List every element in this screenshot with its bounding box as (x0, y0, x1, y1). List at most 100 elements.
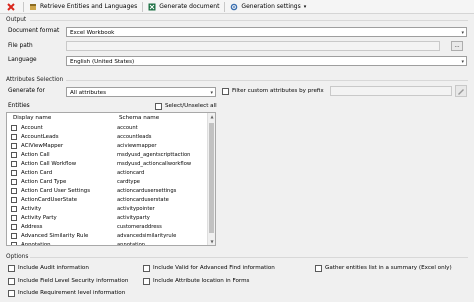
select-all-checkbox[interactable] (155, 103, 162, 110)
row-checkbox[interactable] (11, 152, 17, 158)
column-header-display-name[interactable]: Display name (13, 113, 51, 123)
row-checkbox[interactable] (11, 179, 17, 185)
document-format-value: Excel Workbook (70, 30, 115, 36)
table-row[interactable]: Activity activitypointer (7, 205, 207, 214)
filter-prefix-input[interactable] (330, 86, 452, 96)
pencil-icon (457, 87, 466, 98)
row-checkbox[interactable] (11, 197, 17, 203)
generate-document-label: Generate document (159, 3, 220, 10)
entity-schema-name: msdyusd_actioncallworkflow (117, 161, 192, 167)
row-checkbox[interactable] (11, 224, 17, 230)
group-divider (66, 80, 468, 81)
document-format-label: Document format (8, 28, 60, 34)
entity-schema-name: cardtype (117, 179, 140, 185)
table-row[interactable]: ActionCardUserState actioncarduserstate (7, 196, 207, 205)
include-field-security-checkbox[interactable] (8, 278, 15, 285)
row-checkbox[interactable] (11, 161, 17, 167)
entity-schema-name: advancedsimilarityrule (117, 233, 177, 239)
gather-summary-label: Gather entities list in a summary (Excel… (325, 265, 452, 271)
table-row[interactable]: Advanced Similarity Rule advancedsimilari… (7, 232, 207, 241)
entity-schema-name: activityparty (117, 215, 150, 221)
row-checkbox[interactable] (11, 125, 17, 131)
scroll-thumb[interactable] (209, 123, 214, 233)
entity-schema-name: accountleads (117, 134, 152, 140)
generate-for-label: Generate for (8, 88, 45, 94)
prefix-settings-button[interactable] (455, 85, 467, 97)
document-format-select[interactable]: Excel Workbook ▾ (66, 27, 467, 37)
group-divider (30, 20, 468, 21)
entity-display-name: Action Card (21, 170, 53, 176)
browse-button[interactable]: ... (451, 41, 463, 51)
entity-display-name: Activity (21, 206, 42, 212)
table-scrollbar[interactable]: ▲ ▼ (207, 113, 215, 245)
row-checkbox[interactable] (11, 134, 17, 140)
chevron-down-icon: ▾ (303, 3, 307, 10)
include-attribute-location-checkbox[interactable] (143, 278, 150, 285)
table-row[interactable]: Action Card actioncard (7, 169, 207, 178)
entity-schema-name: actioncarduserstate (117, 197, 169, 203)
scroll-up-icon[interactable]: ▲ (209, 114, 215, 119)
row-checkbox[interactable] (11, 143, 17, 149)
language-label: Language (8, 57, 37, 63)
filter-prefix-checkbox[interactable] (222, 88, 229, 95)
gather-summary-checkbox[interactable] (315, 265, 322, 272)
table-row[interactable]: ACIViewMapper aciviewmapper (7, 142, 207, 151)
column-header-schema-name[interactable]: Schema name (119, 113, 159, 123)
table-row[interactable]: Action Card User Settings actioncardusers… (7, 187, 207, 196)
entity-display-name: Action Call (21, 152, 50, 158)
row-checkbox[interactable] (11, 188, 17, 194)
settings-icon (230, 3, 238, 11)
chevron-down-icon: ▾ (461, 30, 464, 36)
entity-display-name: Activity Party (21, 215, 57, 221)
entity-display-name: Action Card Type (21, 179, 67, 185)
include-requirement-level-checkbox[interactable] (8, 290, 15, 297)
table-row[interactable]: Action Call msdyusd_agentscripttaction (7, 151, 207, 160)
row-checkbox[interactable] (11, 233, 17, 239)
table-row[interactable]: Address customeraddress (7, 223, 207, 232)
language-select[interactable]: English (United States) ▾ (66, 56, 467, 66)
filter-prefix-label: Filter custom attributes by prefix (232, 88, 324, 94)
include-audit-checkbox[interactable] (8, 265, 15, 272)
row-checkbox[interactable] (11, 170, 17, 176)
chevron-down-icon: ▾ (461, 59, 464, 65)
entity-schema-name: customeraddress (117, 224, 162, 230)
include-advanced-find-checkbox[interactable] (143, 265, 150, 272)
options-group-label: Options (6, 254, 29, 260)
close-icon (7, 2, 15, 11)
generation-settings-label: Generation settings (241, 3, 301, 10)
entity-display-name: ActionCardUserState (21, 197, 78, 203)
entity-display-name: Advanced Similarity Rule (21, 233, 89, 239)
scroll-down-icon[interactable]: ▼ (209, 239, 215, 244)
entities-label: Entities (8, 103, 30, 109)
entity-display-name: AccountLeads (21, 134, 59, 140)
entity-schema-name: msdyusd_agentscripttaction (117, 152, 191, 158)
row-checkbox[interactable] (11, 215, 17, 221)
table-row[interactable]: Account account (7, 124, 207, 133)
row-checkbox[interactable] (11, 206, 17, 212)
entity-display-name: Address (21, 224, 43, 230)
table-row[interactable]: Activity Party activityparty (7, 214, 207, 223)
include-advanced-find-label: Include Valid for Advanced Find informat… (153, 265, 275, 271)
generate-for-select[interactable]: All attributes ▾ (66, 87, 216, 97)
entity-schema-name: annotation (117, 242, 146, 246)
entity-display-name: Action Call Workflow (21, 161, 77, 167)
file-path-field[interactable] (66, 41, 440, 51)
retrieve-entities-button[interactable]: Retrieve Entities and Languages (26, 1, 140, 13)
close-button[interactable] (4, 1, 21, 13)
entities-table: Display name Schema name Account account A… (6, 112, 216, 246)
include-field-security-label: Include Field Level Security information (18, 278, 129, 284)
entity-display-name: Account (21, 125, 43, 131)
table-row[interactable]: AccountLeads accountleads (7, 133, 207, 142)
entity-schema-name: activitypointer (117, 206, 155, 212)
entity-schema-name: actioncardusersettings (117, 188, 177, 194)
table-row[interactable]: Action Card Type cardtype (7, 178, 207, 187)
entity-display-name: Action Card User Settings (21, 188, 91, 194)
generate-document-button[interactable]: Generate document (145, 1, 222, 13)
attributes-group-label: Attributes Selection (6, 77, 64, 83)
table-row[interactable]: Action Call Workflow msdyusd_actioncallwo… (7, 160, 207, 169)
row-checkbox[interactable] (11, 242, 17, 245)
generation-settings-dropdown[interactable]: Generation settings ▾ (227, 1, 309, 13)
language-value: English (United States) (70, 59, 135, 65)
table-row[interactable]: Annotation annotation (7, 241, 207, 246)
include-audit-label: Include Audit information (18, 265, 89, 271)
